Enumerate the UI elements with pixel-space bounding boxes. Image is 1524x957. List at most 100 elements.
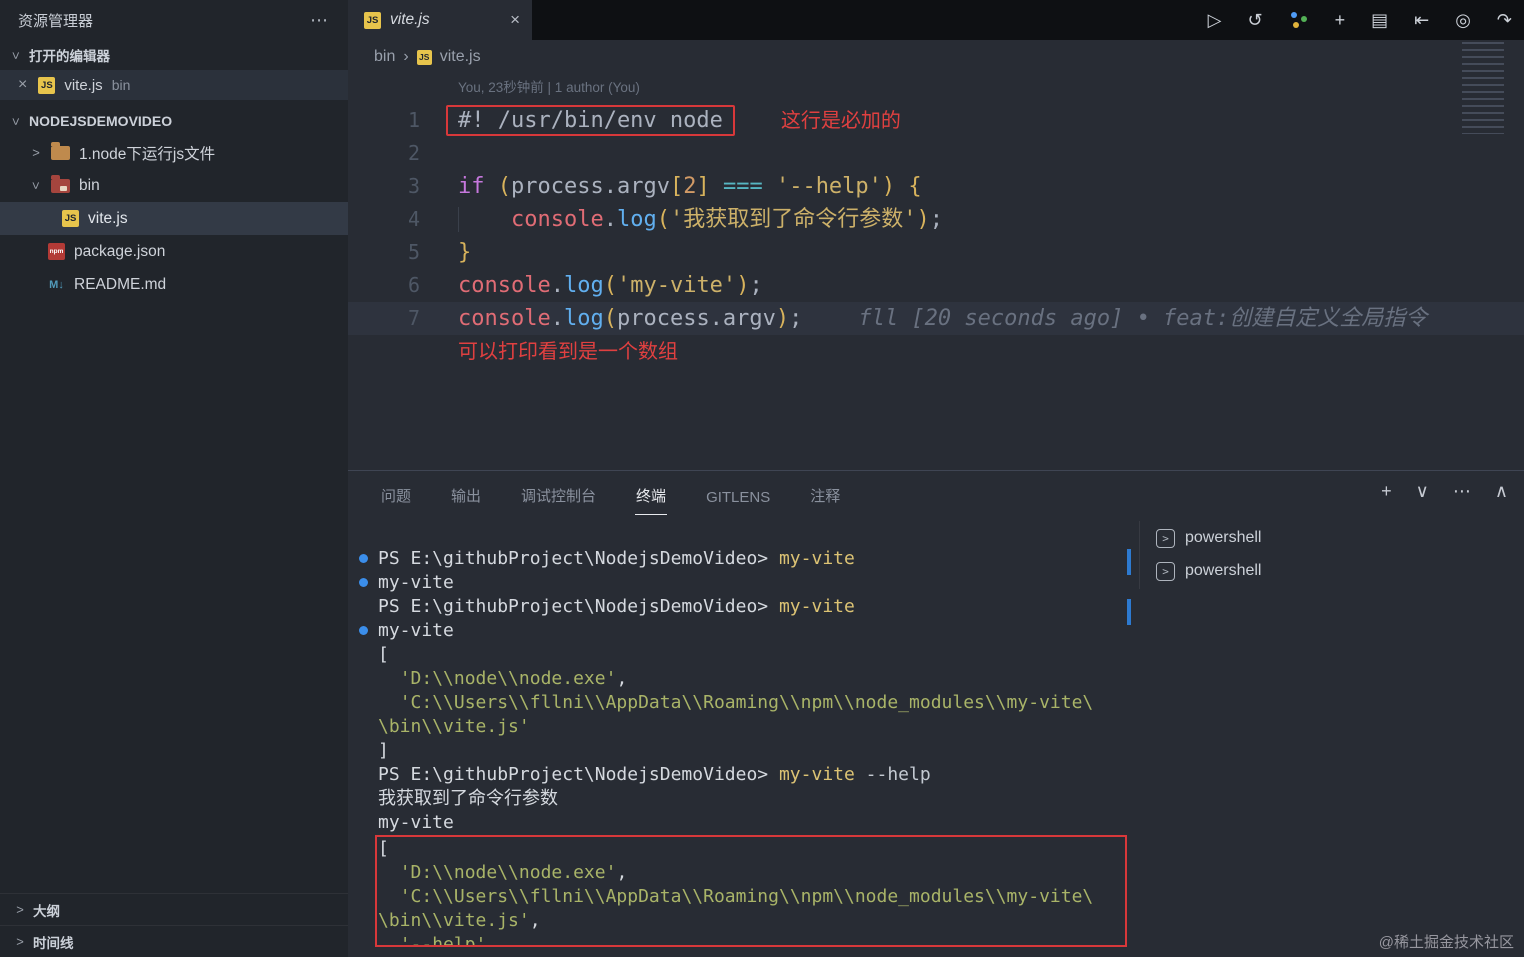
codelens-blame[interactable]: You, 23秒钟前 | 1 author (You): [458, 74, 1524, 104]
red-annotation-box: #! /usr/bin/env node: [446, 105, 735, 136]
split-editor-icon[interactable]: ↷: [1497, 10, 1512, 31]
code-line[interactable]: 2: [348, 137, 1524, 170]
terminal-line: my-vite: [348, 619, 1134, 643]
scrollbar-command-mark: [1127, 549, 1131, 575]
code-line[interactable]: 5}: [348, 236, 1524, 269]
customize-layout-icon[interactable]: ◎: [1455, 10, 1471, 31]
code-editor[interactable]: bin › JS vite.js You, 23秒钟前 | 1 author (…: [348, 40, 1524, 470]
terminal-instance-item[interactable]: > powershell: [1140, 556, 1524, 586]
line-number: 3: [407, 174, 420, 198]
command-decoration-icon[interactable]: [359, 554, 368, 563]
code-token: 2: [683, 174, 697, 199]
terminal-token: my-vite: [778, 764, 855, 785]
tree-item-folder-bin[interactable]: > bin: [0, 169, 348, 202]
tree-item-label: vite.js: [88, 209, 128, 227]
sidebar-title: 资源管理器: [18, 12, 94, 30]
terminal-token: --help: [854, 764, 931, 785]
code-token: console: [510, 207, 604, 232]
tab-terminal[interactable]: 终端: [635, 475, 668, 515]
command-decoration-icon[interactable]: [359, 578, 368, 587]
open-editor-item[interactable]: × JS vite.js bin: [0, 70, 348, 100]
code-token: log: [563, 306, 604, 331]
code-token: ;: [789, 306, 803, 331]
terminal-icon: >: [1156, 561, 1175, 581]
terminal-token: my-vite: [378, 572, 454, 593]
terminal-token: \bin\\vite.js': [378, 716, 530, 737]
terminal-instance-item[interactable]: > powershell: [1140, 523, 1524, 553]
tab-debug-console[interactable]: 调试控制台: [520, 475, 597, 515]
dock-left-icon[interactable]: ⇤: [1414, 10, 1429, 31]
history-icon[interactable]: ↺: [1247, 10, 1262, 31]
line-number: 5: [407, 240, 420, 264]
tree-item-readme-md[interactable]: M↓ README.md: [0, 268, 348, 301]
project-section-header[interactable]: > NODEJSDEMOVIDEO: [0, 106, 348, 136]
close-icon[interactable]: ×: [510, 10, 520, 30]
code-line[interactable]: 1 #! /usr/bin/env node 这行是必加的: [348, 104, 1524, 137]
code-token: ;: [929, 207, 943, 232]
code-line[interactable]: 7 console.log(process.argv); fll [20 secon…: [348, 302, 1524, 335]
minimap[interactable]: [1462, 42, 1516, 134]
tab-problems[interactable]: 问题: [380, 475, 412, 515]
tab-vite-js[interactable]: JS vite.js ×: [348, 0, 532, 40]
tree-item-folder-node-js[interactable]: > 1.node下运行js文件: [0, 136, 348, 169]
chevron-down-icon: >: [8, 51, 24, 59]
new-terminal-icon[interactable]: +: [1381, 481, 1392, 502]
code-line[interactable]: 4 console.log('我获取到了命令行参数');: [348, 203, 1524, 236]
terminal-token: ,: [529, 910, 541, 931]
breadcrumb-folder[interactable]: bin: [374, 48, 395, 66]
terminal-line: my-vite: [348, 571, 1134, 595]
outline-section-header[interactable]: > 大纲: [0, 893, 348, 925]
terminal-line: ]: [348, 739, 1134, 763]
terminal-instance-label: powershell: [1185, 529, 1262, 546]
code-line[interactable]: 6 console.log('my-vite');: [348, 269, 1524, 302]
code-token: ): [916, 207, 930, 232]
terminal-icon: >: [1156, 528, 1175, 548]
terminal-token: my-vite: [378, 620, 454, 641]
js-file-icon: JS: [364, 11, 381, 29]
watermark: @稀土掘金技术社区: [1378, 934, 1514, 951]
more-actions-icon[interactable]: ⋯: [310, 10, 328, 31]
tab-output[interactable]: 输出: [450, 475, 482, 515]
terminal-line: 我获取到了命令行参数: [348, 787, 1134, 811]
run-icon[interactable]: ▷: [1208, 10, 1222, 31]
code-line[interactable]: 3 if (process.argv[2] === '--help') {: [348, 170, 1524, 203]
chevron-down-icon[interactable]: ∨: [1416, 481, 1429, 502]
terminal-token: ,: [616, 862, 628, 883]
line-number: [348, 335, 420, 368]
breadcrumb-file[interactable]: vite.js: [440, 48, 481, 66]
terminal-line: \bin\\vite.js',: [377, 909, 1125, 933]
tab-comments[interactable]: 注释: [809, 475, 841, 515]
open-editors-section-header[interactable]: > 打开的编辑器: [0, 40, 348, 70]
maximize-panel-icon[interactable]: ∧: [1495, 481, 1508, 502]
more-actions-icon[interactable]: ⋯: [1453, 481, 1471, 502]
add-icon[interactable]: +: [1335, 10, 1346, 31]
terminal-token: '--help': [399, 934, 487, 947]
outline-label: 大纲: [33, 903, 60, 919]
tree-item-vite-js[interactable]: JS vite.js: [0, 202, 348, 235]
timeline-section-header[interactable]: > 时间线: [0, 925, 348, 957]
extension-icon[interactable]: [1289, 10, 1309, 30]
tree-item-package-json[interactable]: npm package.json: [0, 235, 348, 268]
layout-icon[interactable]: ▤: [1371, 10, 1388, 31]
terminal-token: ,: [616, 668, 628, 689]
code-token: ]: [696, 174, 710, 199]
breadcrumb: bin › JS vite.js: [348, 40, 1524, 74]
terminal-line: '--help': [377, 933, 1125, 947]
tab-gitlens[interactable]: GITLENS: [705, 479, 771, 515]
terminal-line: [: [348, 643, 1134, 667]
code-content: #! /usr/bin/env node 这行是必加的: [420, 104, 1524, 137]
terminal[interactable]: PS E:\githubProject\NodejsDemoVideo> my-…: [348, 547, 1134, 957]
terminal-token: PS E:\githubProject\NodejsDemoVideo>: [378, 596, 779, 617]
red-annotation-text: 可以打印看到是一个数组: [458, 341, 678, 363]
code-token: .: [603, 207, 617, 232]
code-line[interactable]: 可以打印看到是一个数组: [348, 335, 1524, 368]
code-token: ): [736, 273, 750, 298]
code-lines: 1 #! /usr/bin/env node 这行是必加的 2 3 if (process…: [348, 104, 1524, 368]
git-blame-annotation: fll [20 seconds ago] • feat:创建自定义全局指令: [858, 306, 1428, 331]
command-decoration-icon[interactable]: [359, 626, 368, 635]
close-icon[interactable]: ×: [18, 76, 27, 94]
